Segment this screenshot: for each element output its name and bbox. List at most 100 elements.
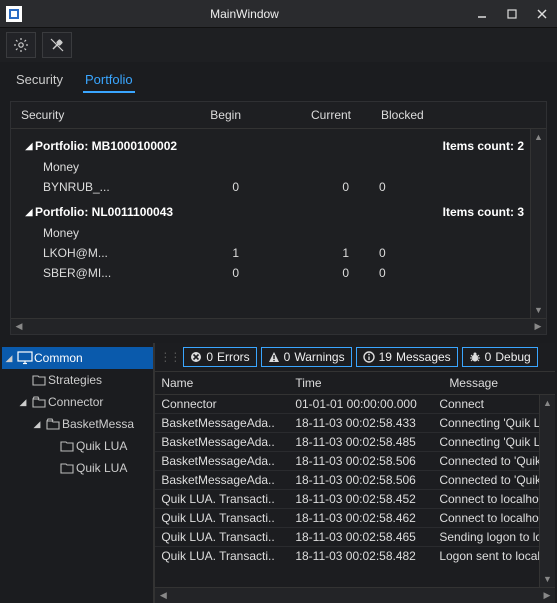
log-cell-name: Quik LUA. Transacti.. <box>161 511 295 525</box>
col-begin[interactable]: Begin <box>161 108 271 122</box>
cell-begin: 0 <box>159 180 269 194</box>
log-row[interactable]: Quik LUA. Transacti.. 18-11-03 00:02:58.… <box>155 508 555 527</box>
log-row[interactable]: BasketMessageAda.. 18-11-03 00:02:58.485… <box>155 432 555 451</box>
collapse-icon[interactable]: ◢ <box>23 141 35 152</box>
col-current[interactable]: Current <box>271 108 381 122</box>
cell-current: 1 <box>269 246 379 260</box>
scroll-right-icon[interactable]: ▶ <box>530 319 546 334</box>
warnings-count: 0 <box>284 350 291 364</box>
plug-icon <box>49 37 65 53</box>
log-vscrollbar[interactable]: ▲ ▼ <box>539 395 555 587</box>
expand-icon[interactable]: ◢ <box>30 419 44 430</box>
error-icon <box>190 351 202 363</box>
items-count: Items count: 3 <box>443 205 542 219</box>
log-cell-time: 18-11-03 00:02:58.465 <box>295 530 439 544</box>
log-cell-message: Connecting 'Quik LU <box>439 416 549 430</box>
source-tree[interactable]: ◢CommonStrategies◢Connector◢BasketMessaQ… <box>2 343 154 603</box>
log-col-name[interactable]: Name <box>161 376 295 390</box>
expand-icon[interactable]: ◢ <box>16 397 30 408</box>
portfolio-label: Portfolio: MB1000100002 <box>35 139 177 153</box>
scroll-down-icon[interactable]: ▼ <box>531 302 546 318</box>
tree-node[interactable]: ◢Connector <box>2 391 153 413</box>
log-row[interactable]: Quik LUA. Transacti.. 18-11-03 00:02:58.… <box>155 546 555 565</box>
log-cell-message: Sending logon to loc <box>439 530 549 544</box>
tree-label: Quik LUA <box>76 439 127 453</box>
grid-hscrollbar[interactable]: ◀ ▶ <box>11 318 546 334</box>
debug-count: 0 <box>485 350 492 364</box>
log-cell-name: BasketMessageAda.. <box>161 416 295 430</box>
warnings-label: Warnings <box>294 350 344 364</box>
scroll-left-icon[interactable]: ◀ <box>11 319 27 334</box>
app-icon <box>6 6 22 22</box>
log-col-message[interactable]: Message <box>449 376 549 390</box>
maximize-button[interactable] <box>497 0 527 28</box>
log-row[interactable]: Quik LUA. Transacti.. 18-11-03 00:02:58.… <box>155 489 555 508</box>
scroll-up-icon[interactable]: ▲ <box>531 129 546 145</box>
log-row[interactable]: BasketMessageAda.. 18-11-03 00:02:58.506… <box>155 470 555 489</box>
col-security[interactable]: Security <box>21 108 161 122</box>
grid-vscrollbar[interactable]: ▲ ▼ <box>530 129 546 318</box>
tab-portfolio[interactable]: Portfolio <box>83 68 135 93</box>
window-title: MainWindow <box>22 7 467 21</box>
tree-node[interactable]: ◢Common <box>2 347 153 369</box>
scroll-down-icon[interactable]: ▼ <box>540 571 555 587</box>
grid-row[interactable]: Money <box>19 223 546 243</box>
log-cell-message: Logon sent to localh <box>439 549 549 563</box>
tree-node[interactable]: ◢ BasketMessa <box>2 413 153 435</box>
errors-label: Errors <box>217 350 250 364</box>
grid-row[interactable]: Money <box>19 157 546 177</box>
log-cell-message: Connecting 'Quik LU <box>439 435 549 449</box>
scroll-up-icon[interactable]: ▲ <box>540 395 555 411</box>
log-row[interactable]: BasketMessageAda.. 18-11-03 00:02:58.506… <box>155 451 555 470</box>
portfolio-group[interactable]: ◢ Portfolio: NL0011100043 Items count: 3 <box>19 201 546 223</box>
filter-messages[interactable]: 19 Messages <box>356 347 458 367</box>
grid-header: Security Begin Current Blocked <box>11 102 546 129</box>
tree-node[interactable]: Quik LUA <box>2 457 153 479</box>
cell-blocked <box>379 226 439 240</box>
portfolio-group[interactable]: ◢ Portfolio: MB1000100002 Items count: 2 <box>19 135 546 157</box>
log-cell-name: Quik LUA. Transacti.. <box>161 492 295 506</box>
cell-current: 0 <box>269 266 379 280</box>
log-cell-name: Quik LUA. Transacti.. <box>161 530 295 544</box>
log-row[interactable]: BasketMessageAda.. 18-11-03 00:02:58.433… <box>155 413 555 432</box>
filter-debug[interactable]: 0 Debug <box>462 347 538 367</box>
folder-open-icon <box>44 418 62 430</box>
expand-icon[interactable]: ◢ <box>2 353 16 364</box>
folder-icon <box>30 374 48 386</box>
log-row[interactable]: Quik LUA. Transacti.. 18-11-03 00:02:58.… <box>155 527 555 546</box>
scroll-right-icon[interactable]: ▶ <box>539 588 555 603</box>
log-hscrollbar[interactable]: ◀ ▶ <box>155 587 555 603</box>
scroll-left-icon[interactable]: ◀ <box>155 588 171 603</box>
tree-node[interactable]: Quik LUA <box>2 435 153 457</box>
minimize-button[interactable] <box>467 0 497 28</box>
filter-errors[interactable]: 0 Errors <box>183 347 256 367</box>
cell-security: Money <box>43 226 159 240</box>
col-blocked[interactable]: Blocked <box>381 108 471 122</box>
log-row[interactable]: Connector 01-01-01 00:00:00.000 Connect <box>155 395 555 413</box>
log-cell-message: Connect <box>439 397 549 411</box>
connect-button[interactable] <box>42 32 72 58</box>
cell-blocked: 0 <box>379 266 439 280</box>
filter-warnings[interactable]: 0 Warnings <box>261 347 352 367</box>
grip-icon: ⋮⋮ <box>159 350 179 364</box>
grid-row[interactable]: SBER@MI... 0 0 0 <box>19 263 546 283</box>
grid-row[interactable]: LKOH@M... 1 1 0 <box>19 243 546 263</box>
cell-security: SBER@MI... <box>43 266 159 280</box>
grid-row[interactable]: BYNRUB_... 0 0 0 <box>19 177 546 197</box>
tree-node[interactable]: Strategies <box>2 369 153 391</box>
cell-begin <box>159 226 269 240</box>
tab-security[interactable]: Security <box>14 68 65 93</box>
debug-label: Debug <box>495 350 530 364</box>
log-cell-message: Connected to 'Quik l <box>439 473 549 487</box>
settings-button[interactable] <box>6 32 36 58</box>
folder-open-icon <box>30 396 48 408</box>
log-col-time[interactable]: Time <box>295 376 449 390</box>
close-button[interactable] <box>527 0 557 28</box>
log-cell-name: Connector <box>161 397 295 411</box>
cell-blocked: 0 <box>379 180 439 194</box>
tree-label: Strategies <box>48 373 102 387</box>
tree-label: BasketMessa <box>62 417 134 431</box>
collapse-icon[interactable]: ◢ <box>23 207 35 218</box>
errors-count: 0 <box>206 350 213 364</box>
log-cell-time: 18-11-03 00:02:58.482 <box>295 549 439 563</box>
